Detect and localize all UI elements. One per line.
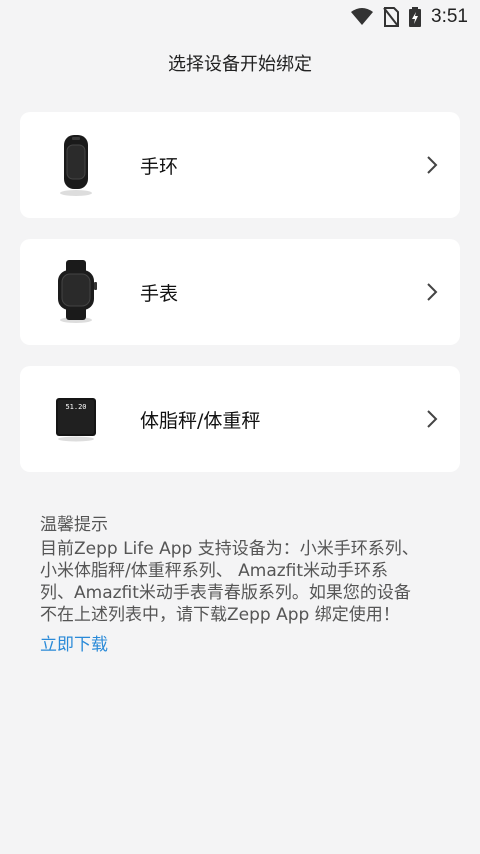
tips-section: 温馨提示 目前Zepp Life App 支持设备为：小米手环系列、 小米体脂秤… xyxy=(40,512,448,658)
tips-line: 列、Amazfit米动手表青春版系列。如果您的设备 xyxy=(40,583,411,603)
band-icon xyxy=(40,125,112,205)
page-title: 选择设备开始绑定 xyxy=(168,54,312,75)
device-card-band[interactable]: 手环 xyxy=(20,112,460,218)
device-label: 手环 xyxy=(140,155,179,178)
device-card-scale[interactable]: 51.20 体脂秤/体重秤 xyxy=(20,366,460,472)
status-time: 3:51 xyxy=(431,6,468,27)
tips-title: 温馨提示 xyxy=(40,515,108,535)
tips-line: 目前Zepp Life App 支持设备为：小米手环系列、 xyxy=(40,539,419,559)
header: 选择设备开始绑定 xyxy=(0,34,480,92)
no-sim-icon xyxy=(383,7,400,27)
device-card-watch[interactable]: 手表 xyxy=(20,239,460,345)
chevron-right-icon xyxy=(420,280,444,304)
scale-icon: 51.20 xyxy=(40,379,112,459)
wifi-icon xyxy=(351,8,374,26)
device-label: 体脂秤/体重秤 xyxy=(140,409,261,432)
tips-line: 小米体脂秤/体重秤系列、 Amazfit米动手环系 xyxy=(40,561,389,581)
chevron-right-icon xyxy=(420,407,444,431)
scale-display-reading: 51.20 xyxy=(65,403,86,411)
download-now-link[interactable]: 立即下载 xyxy=(40,632,448,658)
chevron-right-icon xyxy=(420,153,444,177)
battery-charging-icon xyxy=(409,7,422,27)
tips-body: 目前Zepp Life App 支持设备为：小米手环系列、 小米体脂秤/体重秤系… xyxy=(40,538,448,626)
status-bar: 3:51 xyxy=(0,0,480,34)
tips-line: 不在上述列表中，请下载Zepp App 绑定使用！ xyxy=(40,605,400,625)
device-label: 手表 xyxy=(140,282,179,305)
watch-icon xyxy=(40,252,112,332)
